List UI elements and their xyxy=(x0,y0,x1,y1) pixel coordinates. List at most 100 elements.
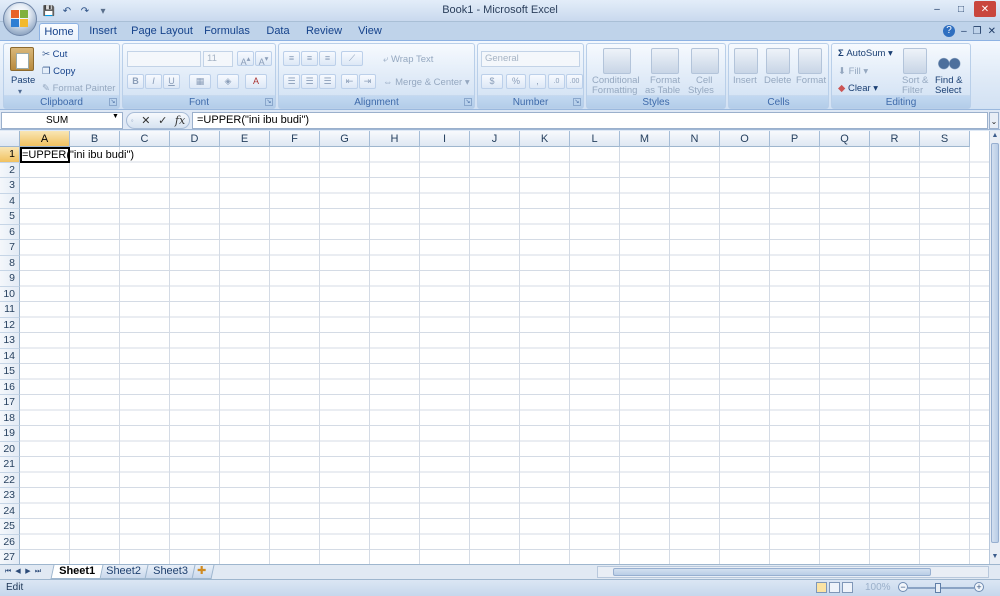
decrease-indent-icon[interactable]: ⇤ xyxy=(341,74,358,89)
column-header-a[interactable]: A xyxy=(20,131,70,147)
close-button[interactable]: ✕ xyxy=(974,1,996,17)
zoom-in-icon[interactable]: + xyxy=(974,582,984,592)
alignment-launcher-icon[interactable]: ↘ xyxy=(464,98,472,106)
clipboard-launcher-icon[interactable]: ↘ xyxy=(109,98,117,106)
borders-icon[interactable]: ▦ xyxy=(189,74,211,89)
italic-button[interactable]: I xyxy=(145,74,162,89)
row-header-20[interactable]: 20 xyxy=(0,441,20,457)
column-header-c[interactable]: C xyxy=(120,131,170,147)
page-layout-view-icon[interactable] xyxy=(829,582,840,593)
font-launcher-icon[interactable]: ↘ xyxy=(265,98,273,106)
page-break-view-icon[interactable] xyxy=(842,582,853,593)
format-as-table-icon[interactable] xyxy=(651,48,679,74)
row-header-23[interactable]: 23 xyxy=(0,488,20,504)
row-header-17[interactable]: 17 xyxy=(0,395,20,411)
font-name-select[interactable] xyxy=(127,51,201,67)
row-header-3[interactable]: 3 xyxy=(0,178,20,194)
align-bottom-icon[interactable]: ≡ xyxy=(319,51,336,66)
workbook-restore-button[interactable]: ❐ xyxy=(973,26,982,37)
row-header-18[interactable]: 18 xyxy=(0,410,20,426)
delete-cells-icon[interactable] xyxy=(766,48,790,74)
column-header-l[interactable]: L xyxy=(570,131,620,147)
column-header-f[interactable]: F xyxy=(270,131,320,147)
percent-button[interactable]: % xyxy=(506,74,526,89)
row-header-5[interactable]: 5 xyxy=(0,209,20,225)
zoom-slider[interactable]: − + xyxy=(898,582,984,593)
bold-button[interactable]: B xyxy=(127,74,144,89)
decrease-decimal-icon[interactable]: .00 xyxy=(566,74,583,89)
zoom-level[interactable]: 100% xyxy=(865,582,891,593)
row-header-8[interactable]: 8 xyxy=(0,255,20,271)
formula-bar-resize-icon[interactable]: ◦ xyxy=(131,116,134,125)
column-header-j[interactable]: J xyxy=(470,131,520,147)
last-sheet-icon[interactable]: ⏭ xyxy=(33,566,43,578)
font-size-select[interactable]: 11 xyxy=(203,51,233,67)
conditional-formatting-icon[interactable] xyxy=(603,48,631,74)
horizontal-scroll-thumb[interactable] xyxy=(613,568,931,576)
column-header-k[interactable]: K xyxy=(520,131,570,147)
row-header-10[interactable]: 10 xyxy=(0,286,20,302)
merge-center-button[interactable]: ⇔ Merge & Center ▾ xyxy=(383,77,470,88)
currency-button[interactable]: $ xyxy=(481,74,503,89)
align-middle-icon[interactable]: ≡ xyxy=(301,51,318,66)
binoculars-icon[interactable] xyxy=(936,48,962,74)
help-icon[interactable]: ? xyxy=(943,25,956,37)
row-header-22[interactable]: 22 xyxy=(0,472,20,488)
tab-insert[interactable]: Insert xyxy=(84,23,122,40)
shrink-font-button[interactable]: A▾ xyxy=(255,51,272,67)
row-header-21[interactable]: 21 xyxy=(0,457,20,473)
next-sheet-icon[interactable]: ▶ xyxy=(23,566,33,578)
formula-input[interactable]: =UPPER("ini ibu budi") xyxy=(192,112,988,129)
zoom-knob[interactable] xyxy=(935,583,941,593)
column-header-e[interactable]: E xyxy=(220,131,270,147)
name-box[interactable]: SUM xyxy=(1,112,123,129)
column-header-h[interactable]: H xyxy=(370,131,420,147)
comma-button[interactable]: , xyxy=(529,74,546,89)
row-header-7[interactable]: 7 xyxy=(0,240,20,256)
row-header-1[interactable]: 1 xyxy=(0,147,20,163)
tab-data[interactable]: Data xyxy=(262,23,294,40)
align-left-icon[interactable]: ☰ xyxy=(283,74,300,89)
insert-cells-icon[interactable] xyxy=(734,48,758,74)
increase-decimal-icon[interactable]: .0 xyxy=(548,74,565,89)
vertical-scroll-thumb[interactable] xyxy=(991,143,999,543)
column-header-b[interactable]: B xyxy=(70,131,120,147)
normal-view-icon[interactable] xyxy=(816,582,827,593)
column-header-s[interactable]: S xyxy=(920,131,970,147)
workbook-close-button[interactable]: ✕ xyxy=(988,26,996,37)
paste-button[interactable]: Paste xyxy=(11,75,35,86)
tab-formulas[interactable]: Formulas xyxy=(202,23,252,40)
delete-cells-button[interactable]: Delete xyxy=(764,75,791,86)
cell-styles-icon[interactable] xyxy=(691,48,719,74)
underline-button[interactable]: U xyxy=(163,74,180,89)
row-header-12[interactable]: 12 xyxy=(0,317,20,333)
row-header-24[interactable]: 24 xyxy=(0,503,20,519)
column-header-i[interactable]: I xyxy=(420,131,470,147)
prev-sheet-icon[interactable]: ◀ xyxy=(13,566,23,578)
sheet-tab-2[interactable]: Sheet2 xyxy=(97,565,150,579)
maximize-button[interactable]: □ xyxy=(950,1,972,17)
column-header-d[interactable]: D xyxy=(170,131,220,147)
row-header-9[interactable]: 9 xyxy=(0,271,20,287)
vertical-scrollbar[interactable]: ▲ ▼ xyxy=(989,131,1000,564)
zoom-out-icon[interactable]: − xyxy=(898,582,908,592)
number-launcher-icon[interactable]: ↘ xyxy=(573,98,581,106)
select-all-corner[interactable] xyxy=(0,131,20,147)
column-header-m[interactable]: M xyxy=(620,131,670,147)
cut-button[interactable]: ✂ Cut xyxy=(42,49,67,60)
row-header-13[interactable]: 13 xyxy=(0,333,20,349)
row-header-15[interactable]: 15 xyxy=(0,364,20,380)
minimize-button[interactable]: – xyxy=(926,1,948,17)
scroll-down-icon[interactable]: ▼ xyxy=(990,553,1000,563)
row-header-27[interactable]: 27 xyxy=(0,550,20,564)
column-header-g[interactable]: G xyxy=(320,131,370,147)
cell-area[interactable] xyxy=(20,147,989,564)
format-cells-icon[interactable] xyxy=(798,48,822,74)
paste-icon[interactable] xyxy=(10,47,34,71)
format-painter-button[interactable]: ✎ Format Painter xyxy=(42,83,115,94)
column-header-r[interactable]: R xyxy=(870,131,920,147)
insert-function-icon[interactable]: fx xyxy=(175,114,185,127)
orientation-icon[interactable]: ⟋ xyxy=(341,51,363,66)
align-top-icon[interactable]: ≡ xyxy=(283,51,300,66)
sort-filter-icon[interactable] xyxy=(903,48,927,74)
